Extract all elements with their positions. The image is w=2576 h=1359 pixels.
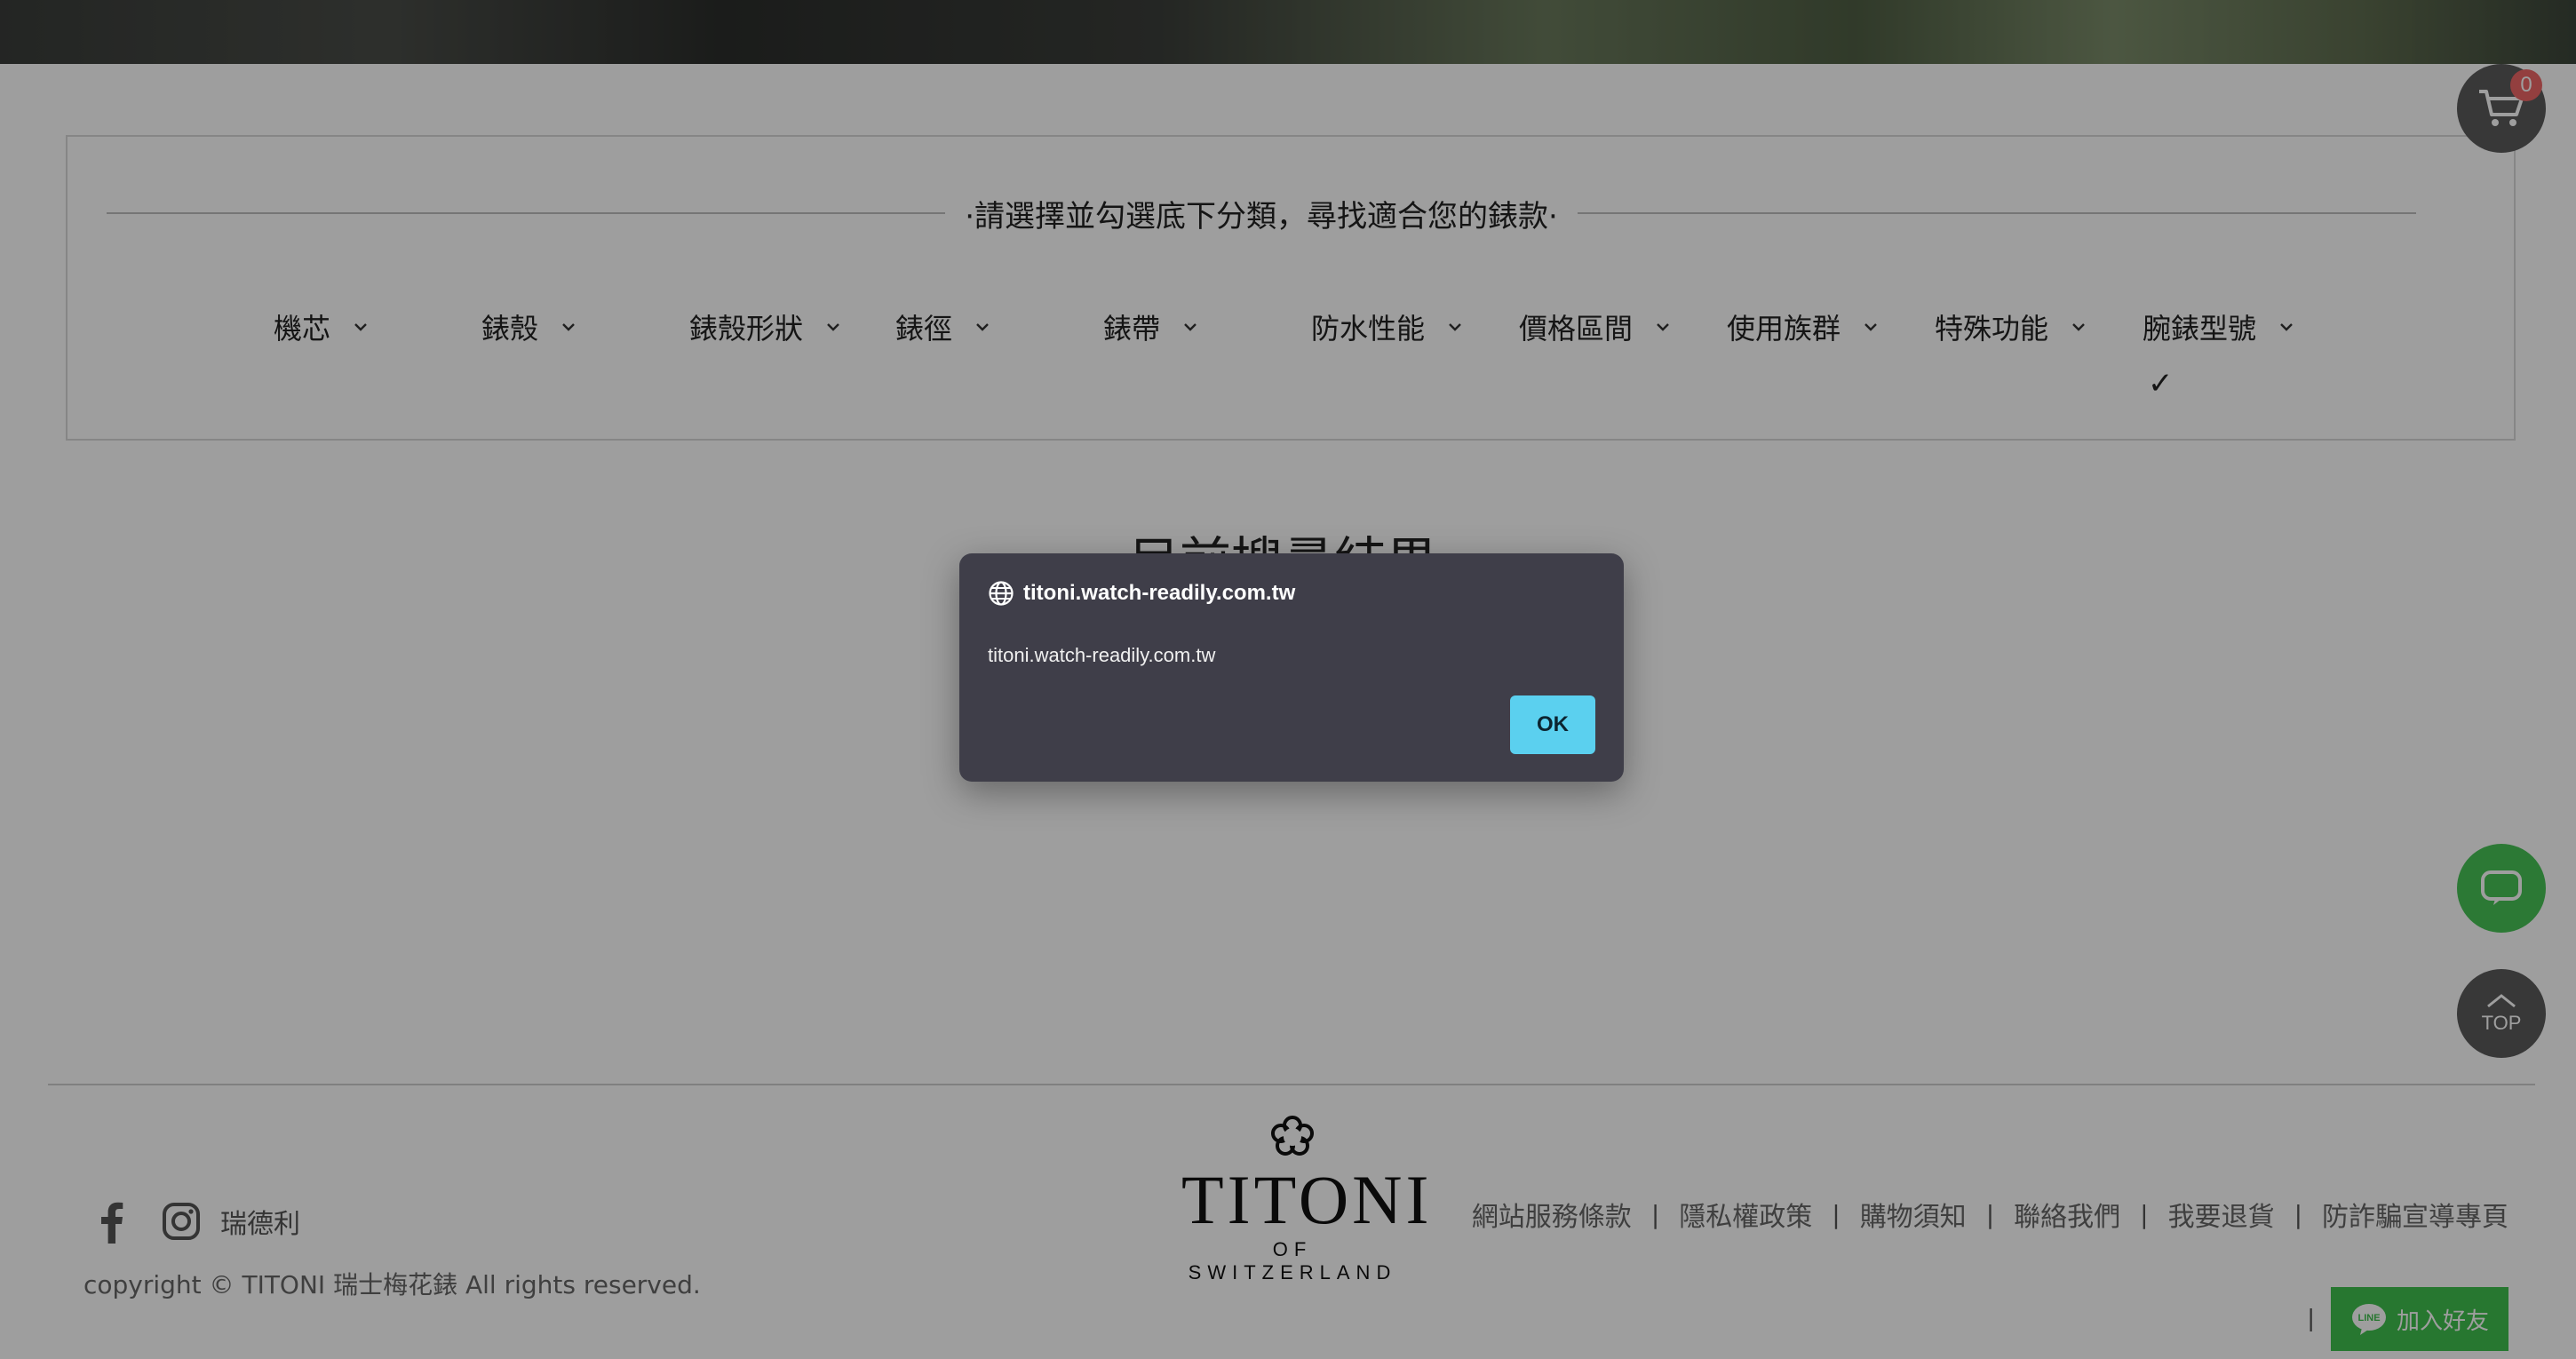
dialog-ok-button[interactable]: OK [1510,695,1595,754]
globe-icon [989,581,1014,606]
dialog-message: titoni.watch-readily.com.tw [988,644,1216,666]
dialog-header: titoni.watch-readily.com.tw [988,580,1295,607]
alert-dialog: titoni.watch-readily.com.tw titoni.watch… [959,553,1624,782]
dialog-origin: titoni.watch-readily.com.tw [1023,581,1296,605]
